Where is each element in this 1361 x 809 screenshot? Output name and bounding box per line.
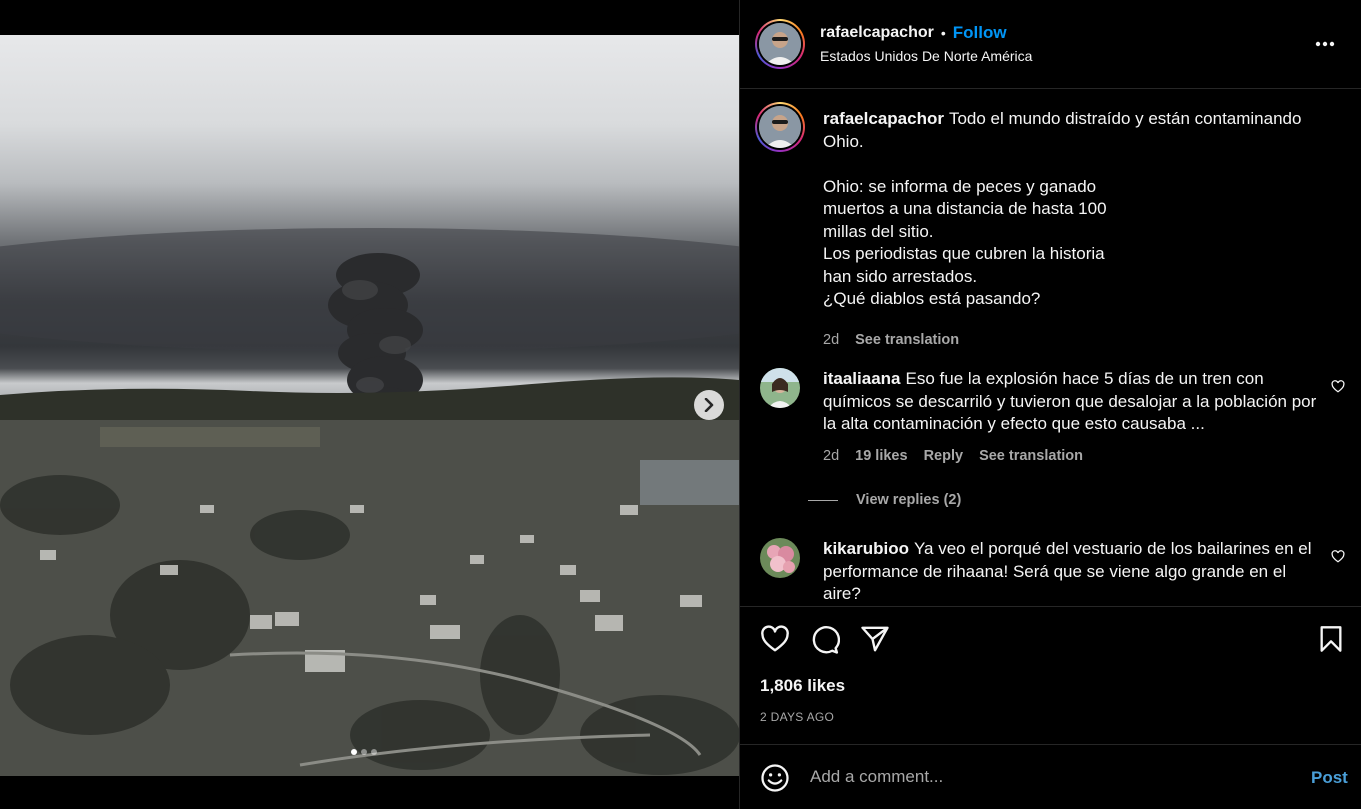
see-translation-button[interactable]: See translation [979,448,1083,464]
view-replies-label: View replies (2) [856,492,962,508]
photo-scene [0,228,739,776]
post-date[interactable]: 2 DAYS AGO [760,710,834,724]
post-comment-button[interactable]: Post [1311,768,1348,788]
more-options-button[interactable] [1315,30,1335,53]
comment-input[interactable] [810,764,1280,790]
comment-likes[interactable]: 19 likes [855,448,907,464]
avatar-photo [759,23,801,65]
comment-username[interactable]: itaaliaana [823,369,901,388]
bookmark-icon [1320,626,1342,652]
post-media [0,0,739,809]
comment-like-button[interactable] [1331,550,1345,568]
chevron-right-icon [704,398,714,412]
avatar-photo [760,538,800,578]
view-replies-button[interactable]: View replies (2) [808,492,961,508]
comment-time[interactable]: 2d [823,448,839,464]
caption-meta: 2d See translation [823,332,959,348]
add-comment-bar: Post [740,744,1361,809]
post-photo[interactable] [0,35,739,776]
heart-icon [1331,380,1345,393]
commenter-avatar[interactable] [760,538,800,578]
caption-time[interactable]: 2d [823,332,839,348]
caption-text: Todo el mundo distraído y están contamin… [823,109,1302,308]
comment-body: itaaliaana Eso fue la explosión hace 5 dí… [823,368,1323,436]
comment-button[interactable] [810,625,841,660]
comment-body: kikarubioo Ya veo el porqué del vestuario… [823,538,1323,605]
avatar-photo [760,368,800,408]
comment-meta: 2d 19 likes Reply See translation [823,448,1083,464]
follow-button[interactable]: Follow [953,23,1007,43]
commenter-avatar[interactable] [760,368,800,408]
heart-icon [761,625,789,652]
see-translation-button[interactable]: See translation [855,332,959,348]
comment-like-button[interactable] [1331,380,1345,398]
likes-count[interactable]: 1,806 likes [760,676,845,696]
author-avatar[interactable] [755,19,805,69]
carousel-dot [361,749,367,755]
post-actions: 1,806 likes 2 DAYS AGO [740,606,1361,744]
replies-line [808,499,838,501]
emoji-icon [761,764,789,792]
emoji-button[interactable] [760,763,790,798]
carousel-next-button[interactable] [694,390,724,420]
post-side-panel: rafaelcapachor • Follow Estados Unidos D… [739,0,1361,809]
carousel-dot [351,749,357,755]
avatar-photo [759,106,801,148]
share-icon [861,626,889,652]
more-icon [1315,41,1335,47]
caption-body: rafaelcapachor Todo el mundo distraído y … [823,108,1333,311]
comment-icon [812,626,841,654]
comment-username[interactable]: kikarubioo [823,539,909,558]
comments-section[interactable]: rafaelcapachor Todo el mundo distraído y … [740,90,1361,605]
like-button[interactable] [760,625,790,658]
separator-dot: • [940,25,946,41]
carousel-indicator [351,749,377,755]
heart-icon [1331,550,1345,563]
caption-username[interactable]: rafaelcapachor [823,109,944,128]
caption-avatar[interactable] [755,102,805,152]
post-location[interactable]: Estados Unidos De Norte América [820,48,1032,64]
post-header: rafaelcapachor • Follow Estados Unidos D… [740,0,1361,89]
carousel-dot [371,749,377,755]
reply-button[interactable]: Reply [924,448,964,464]
share-button[interactable] [860,625,890,658]
save-button[interactable] [1319,625,1343,658]
author-username[interactable]: rafaelcapachor [820,24,934,42]
